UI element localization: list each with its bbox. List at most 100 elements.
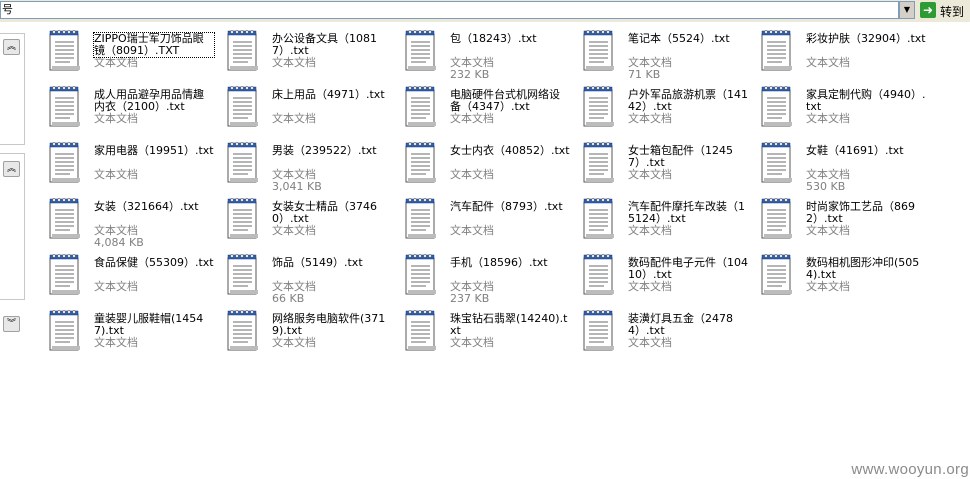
file-name: 手机（18596）.txt <box>450 256 548 269</box>
file-name: 包（18243）.txt <box>450 32 537 45</box>
file-item[interactable]: 网络服务电脑软件(3719).txt 文本文档 <box>224 308 394 356</box>
file-name: 女士内衣（40852）.txt <box>450 144 570 157</box>
file-item[interactable]: 童装婴儿服鞋帽(14547).txt 文本文档 <box>46 308 216 356</box>
text-document-icon <box>580 196 616 240</box>
file-item[interactable]: 汽车配件（8793）.txt 文本文档 <box>402 196 572 244</box>
text-document-icon <box>758 140 794 184</box>
file-item[interactable]: 家用电器（19951）.txt 文本文档 <box>46 140 216 188</box>
file-type: 文本文档 <box>806 112 850 125</box>
file-name: 办公设备文具（10817）.txt <box>272 32 377 57</box>
file-type: 文本文档 <box>272 336 316 349</box>
file-meta: 文本文档 <box>450 337 494 349</box>
file-name: 女鞋（41691）.txt <box>806 144 904 157</box>
file-item[interactable]: 女装（321664）.txt 文本文档 4,084 KB <box>46 196 216 249</box>
file-name: 装潢灯具五金（24784）.txt <box>628 312 733 337</box>
file-type: 文本文档 <box>272 112 316 125</box>
file-name: 床上用品（4971）.txt <box>272 88 385 101</box>
file-meta: 文本文档 <box>272 113 316 125</box>
file-item[interactable]: 女装女士精品（37460）.txt 文本文档 <box>224 196 394 244</box>
address-bar: 号 ▼ ➜ 转到 <box>0 0 970 22</box>
text-document-icon <box>224 28 260 72</box>
file-item[interactable]: 汽车配件摩托车改装（15124）.txt 文本文档 <box>580 196 750 244</box>
file-name: 童装婴儿服鞋帽(14547).txt <box>94 312 204 337</box>
text-document-icon <box>46 84 82 128</box>
file-item[interactable]: 女鞋（41691）.txt 文本文档 530 KB <box>758 140 928 193</box>
file-item[interactable]: 电脑硬件台式机网络设备（4347）.txt 文本文档 <box>402 84 572 132</box>
file-name: 女装女士精品（37460）.txt <box>272 200 377 225</box>
file-item[interactable]: 彩妆护肤（32904）.txt 文本文档 <box>758 28 928 76</box>
file-meta: 文本文档 <box>806 57 850 69</box>
file-item[interactable]: 饰品（5149）.txt 文本文档 66 KB <box>224 252 394 305</box>
collapse-panel-button[interactable]: ︽ <box>3 39 20 55</box>
text-document-icon <box>580 252 616 296</box>
file-name: 珠宝钻石翡翠(14240).txt <box>450 312 568 337</box>
file-item[interactable]: 办公设备文具（10817）.txt 文本文档 <box>224 28 394 76</box>
file-meta: 文本文档 <box>272 337 316 349</box>
file-meta: 文本文档 4,084 KB <box>94 225 144 249</box>
expand-panel-button[interactable]: ︾ <box>3 316 20 332</box>
text-document-icon <box>224 308 260 352</box>
file-item[interactable]: 家具定制代购（4940）.txt 文本文档 <box>758 84 928 132</box>
file-type: 文本文档 <box>450 112 494 125</box>
file-type: 文本文档 <box>94 168 138 181</box>
file-list-view: ZIPPO瑞士军刀饰品眼镜（8091）.TXT 文本文档 办公设备文具（10817… <box>46 28 956 368</box>
file-item[interactable]: 笔记本（5524）.txt 文本文档 71 KB <box>580 28 750 81</box>
text-document-icon <box>580 84 616 128</box>
file-item[interactable]: 装潢灯具五金（24784）.txt 文本文档 <box>580 308 750 356</box>
file-item[interactable]: 女士箱包配件（12457）.txt 文本文档 <box>580 140 750 188</box>
text-document-icon <box>224 196 260 240</box>
file-size: 237 KB <box>450 292 490 305</box>
text-document-icon <box>224 84 260 128</box>
text-document-icon <box>402 252 438 296</box>
file-meta: 文本文档 237 KB <box>450 281 494 305</box>
file-item[interactable]: 男装（239522）.txt 文本文档 3,041 KB <box>224 140 394 193</box>
file-meta: 文本文档 <box>272 57 316 69</box>
file-item[interactable]: 成人用品避孕用品情趣内衣（2100）.txt 文本文档 <box>46 84 216 132</box>
collapse-panel-button[interactable]: ︽ <box>3 161 20 177</box>
file-meta: 文本文档 3,041 KB <box>272 169 322 193</box>
file-item[interactable]: 珠宝钻石翡翠(14240).txt 文本文档 <box>402 308 572 356</box>
file-meta: 文本文档 <box>94 169 138 181</box>
file-type: 文本文档 <box>806 224 850 237</box>
file-type: 文本文档 <box>450 224 494 237</box>
file-type: 文本文档 <box>628 112 672 125</box>
file-meta: 文本文档 <box>628 225 672 237</box>
address-label: 号 <box>2 3 13 16</box>
file-item[interactable]: 女士内衣（40852）.txt 文本文档 <box>402 140 572 188</box>
file-meta: 文本文档 <box>628 281 672 293</box>
address-input[interactable]: 号 <box>0 1 899 19</box>
file-type: 文本文档 <box>450 168 494 181</box>
file-meta: 文本文档 <box>450 113 494 125</box>
file-name: 户外军品旅游机票（14142）.txt <box>628 88 748 113</box>
file-item[interactable]: ZIPPO瑞士军刀饰品眼镜（8091）.TXT 文本文档 <box>46 28 216 76</box>
file-item[interactable]: 户外军品旅游机票（14142）.txt 文本文档 <box>580 84 750 132</box>
file-name: 女士箱包配件（12457）.txt <box>628 144 733 169</box>
text-document-icon <box>224 140 260 184</box>
file-item[interactable]: 包（18243）.txt 文本文档 232 KB <box>402 28 572 81</box>
file-size: 530 KB <box>806 180 846 193</box>
file-meta: 文本文档 <box>628 169 672 181</box>
file-type: 文本文档 <box>94 112 138 125</box>
file-meta: 文本文档 <box>272 225 316 237</box>
address-dropdown-button[interactable]: ▼ <box>899 1 915 19</box>
file-meta: 文本文档 <box>450 225 494 237</box>
file-size: 4,084 KB <box>94 236 144 249</box>
file-item[interactable]: 手机（18596）.txt 文本文档 237 KB <box>402 252 572 305</box>
file-item[interactable]: 数码相机图形冲印(5054).txt 文本文档 <box>758 252 928 300</box>
file-meta: 文本文档 <box>806 225 850 237</box>
go-arrow-icon: ➜ <box>920 2 936 18</box>
file-type: 文本文档 <box>94 56 138 69</box>
file-size: 66 KB <box>272 292 305 305</box>
go-button[interactable]: ➜ 转到 <box>918 0 970 20</box>
file-type: 文本文档 <box>94 336 138 349</box>
double-chevron-down-icon: ︾ <box>6 319 16 329</box>
file-meta: 文本文档 <box>806 113 850 125</box>
file-item[interactable]: 食品保健（55309）.txt 文本文档 <box>46 252 216 300</box>
text-document-icon <box>758 84 794 128</box>
file-type: 文本文档 <box>806 56 850 69</box>
file-item[interactable]: 数码配件电子元件（10410）.txt 文本文档 <box>580 252 750 300</box>
text-document-icon <box>758 28 794 72</box>
file-item[interactable]: 床上用品（4971）.txt 文本文档 <box>224 84 394 132</box>
file-type: 文本文档 <box>272 224 316 237</box>
file-item[interactable]: 时尚家饰工艺品（8692）.txt 文本文档 <box>758 196 928 244</box>
